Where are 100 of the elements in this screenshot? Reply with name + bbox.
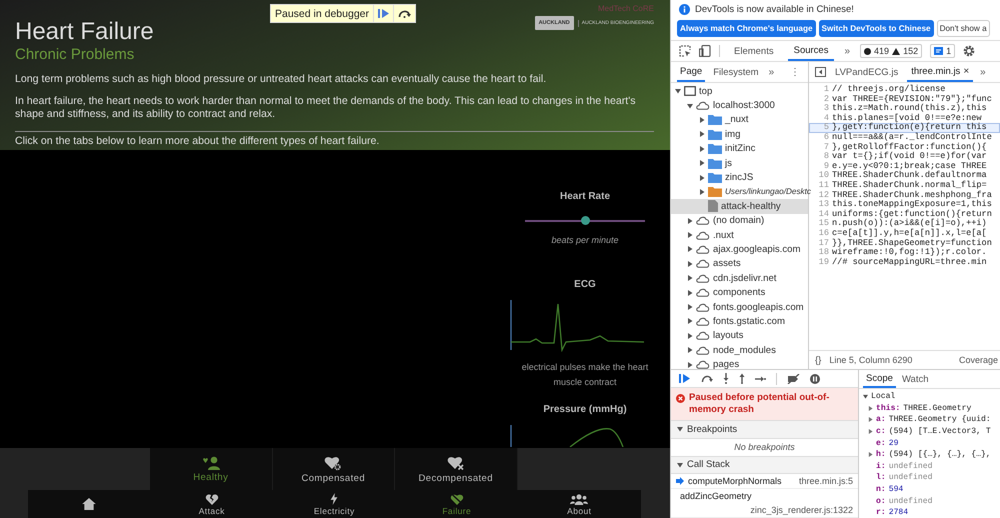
line-number: 8 (822, 152, 830, 162)
paused-label: Paused in debugger (274, 8, 370, 20)
variable-value: undefined (888, 462, 932, 471)
code-line: THREE.ShaderChunk.defaultnorma (832, 171, 987, 180)
code-line: THREE.ShaderChunk.meshphong_fra (832, 190, 992, 200)
navigator-tab[interactable]: Page (677, 62, 706, 82)
tree-item[interactable]: .nuxt (671, 228, 808, 242)
function-name[interactable]: computeMorphNormals (688, 476, 782, 486)
tree-item[interactable]: node_modules (671, 343, 808, 358)
paused-message: Paused before potential out-of-memory crash (689, 392, 830, 416)
tree-item[interactable]: top (671, 84, 808, 98)
section-tab[interactable]: Failure (396, 490, 518, 518)
file-tab[interactable]: LVPandECG.js (831, 62, 902, 82)
coverage-label: Coverage (958, 355, 999, 365)
tree-item[interactable]: fonts.googleapis.com (671, 300, 808, 314)
paragraph: In heart failure, the heart needs to work harder than normal to meet the demands of the body. This can lead to changes in the heart's shape and stiffness, and its ability to contract and relax. (15, 95, 637, 121)
tree-item[interactable]: layouts (671, 328, 808, 344)
tree-item[interactable]: initZinc (671, 142, 808, 156)
line-number: 6 (822, 132, 830, 143)
line-number: 16 (818, 228, 830, 238)
tree-item[interactable]: (no domain) (671, 214, 808, 228)
sidebar-tab[interactable]: Scope (863, 370, 896, 388)
code-line: //# sourceMappingURL=three.min (832, 258, 987, 268)
tree-item[interactable]: localhost:3000 (671, 98, 808, 113)
pressure-title: Pressure (mmHg) (543, 404, 627, 414)
panel-tab[interactable]: Elements (728, 41, 780, 61)
section-tab[interactable]: About (518, 490, 640, 518)
tree-item[interactable]: zincJS (671, 170, 808, 185)
logo-text: MedTech CoRE (598, 4, 654, 13)
variable-name: n: (876, 485, 886, 494)
source-location[interactable]: three.min.js:5 (798, 476, 853, 486)
line-number: 11 (818, 180, 830, 191)
tree-item[interactable]: js (671, 156, 808, 170)
code-line: this.z=Math.round(this.z),this (832, 104, 987, 114)
line-number: 2 (822, 94, 830, 104)
tree-item[interactable]: components (671, 285, 808, 300)
category-tab[interactable]: Healthy (150, 448, 272, 490)
variable-value: 29 (888, 438, 898, 448)
section-title[interactable]: Breakpoints (687, 424, 738, 435)
empty-message: No breakpoints (733, 441, 796, 454)
infobar-button[interactable]: Always match Chrome's language (677, 20, 816, 37)
instruction-text: Click on the tabs below to learn more about the different types of heart failure. (15, 135, 380, 148)
navigator-tab[interactable]: Filesystem (710, 62, 762, 82)
file-tab[interactable]: three.min.js × (907, 62, 974, 82)
variable-value: undefined (888, 496, 932, 506)
sidebar-tab[interactable]: Watch (898, 370, 932, 388)
code-line: c=e[a[t]].y,h=e[a[n]].x,l=e[a[ (832, 228, 987, 238)
tree-item[interactable]: fonts.gstatic.com (671, 314, 808, 329)
scope-title[interactable]: Local (871, 392, 896, 402)
tree-item[interactable]: _nuxt (671, 112, 808, 128)
pretty-print-button[interactable]: {} (815, 354, 822, 366)
variable-value: THREE.Geometry (903, 404, 972, 413)
infobar-button[interactable]: Don't show a (936, 20, 990, 37)
ecg-title: ECG (574, 278, 596, 290)
tree-item[interactable]: cdn.jsdelivr.net (671, 271, 808, 286)
heart-rate-unit: beats per minute (551, 234, 619, 244)
line-number: 17 (818, 238, 830, 248)
code-line: e.y=e.y<0?0:1;break;case THREE (832, 162, 987, 171)
section-title[interactable]: Call Stack (687, 459, 730, 470)
line-number: 18 (818, 248, 830, 258)
tree-item[interactable]: pages (671, 357, 808, 372)
tree-item[interactable]: assets (671, 256, 808, 272)
variable-value: 594 (888, 485, 904, 494)
file-tab-label[interactable]: LVPandECG.js (835, 66, 898, 78)
function-name[interactable]: addZincGeometry (680, 491, 752, 501)
category-tab[interactable]: Decompensated (395, 448, 518, 490)
menu-button[interactable]: ⋮ (788, 66, 802, 78)
section-header[interactable]: Call Stack (671, 456, 858, 474)
issues-counter[interactable]: 419 152 (860, 44, 922, 58)
heart-rate-title: Heart Rate (560, 191, 610, 202)
more-tabs-button[interactable]: » (766, 66, 776, 78)
close-tab-button[interactable]: × (963, 66, 970, 76)
panel-tab[interactable]: Sources (788, 41, 834, 61)
section-tab[interactable]: Electricity (273, 490, 396, 518)
code-line: this.toneMappingExposure=1,this (832, 200, 992, 210)
line-number: 12 (818, 190, 830, 200)
file-tab-label[interactable]: three.min.js (911, 66, 960, 76)
code-line: // threejs.org/license (832, 85, 946, 94)
section-tab[interactable]: Attack (150, 490, 273, 518)
variable-name: e: (876, 438, 886, 448)
call-frame[interactable]: addZincGeometry zinc_3js_renderer.js:1322 (671, 489, 858, 518)
code-line: },getRolloffFactor:function(){ (832, 142, 987, 152)
line-number: 7 (822, 142, 830, 152)
call-frame[interactable]: computeMorphNormals three.min.js:5 (671, 474, 858, 489)
tree-item[interactable]: attack-healthy (671, 199, 808, 214)
messages-counter[interactable]: 1 (930, 44, 956, 58)
source-location[interactable]: zinc_3js_renderer.js:1322 (750, 505, 853, 515)
more-tabs-button[interactable]: » (842, 46, 852, 56)
infobar-message: DevTools is now available in Chinese! (695, 4, 854, 14)
code-line: },getY:function(e){return this (832, 123, 987, 132)
line-number: 19 (818, 258, 830, 268)
infobar-button[interactable]: Switch DevTools to Chinese (818, 20, 934, 37)
tree-item[interactable]: img (671, 127, 808, 142)
category-tab[interactable]: Compensated (272, 448, 395, 490)
section-header[interactable]: Breakpoints (671, 420, 858, 438)
code-line: var t={};if(void 0!==e)for(var (832, 152, 987, 162)
code-line: uniforms:{get:function(){return (832, 210, 992, 219)
more-tabs-button[interactable]: » (978, 66, 988, 78)
code-line: }},THREE.ShapeGeometry=function (832, 238, 992, 248)
tree-item[interactable]: ajax.googleapis.com (671, 242, 808, 257)
